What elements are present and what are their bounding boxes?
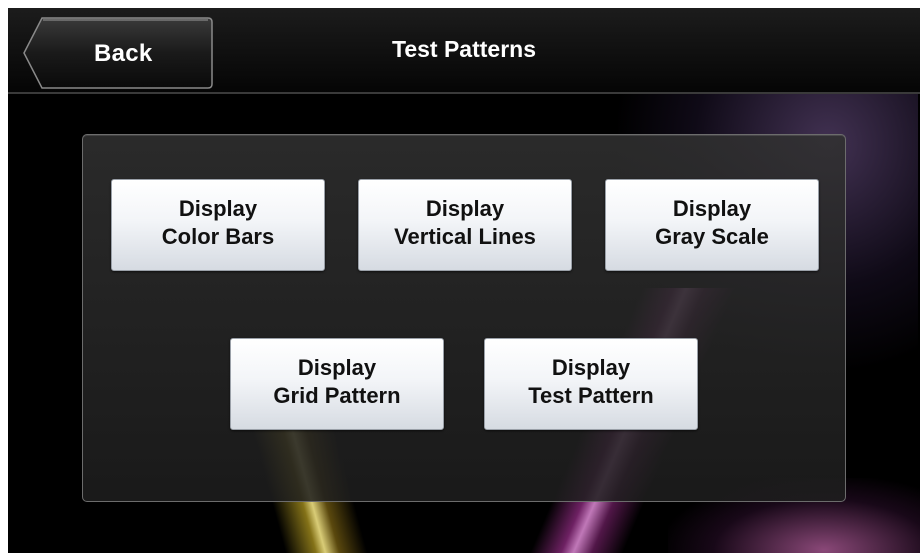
display-gray-scale-button[interactable]: Display Gray Scale: [605, 179, 819, 271]
back-button-label: Back: [94, 40, 153, 67]
button-label: Gray Scale: [655, 224, 769, 249]
display-vertical-lines-button[interactable]: Display Vertical Lines: [358, 179, 572, 271]
back-button[interactable]: Back: [22, 16, 214, 90]
button-label: Test Pattern: [528, 383, 654, 408]
button-label: Grid Pattern: [273, 383, 401, 408]
display-color-bars-button[interactable]: Display Color Bars: [111, 179, 325, 271]
page-title: Test Patterns: [391, 36, 536, 62]
button-label: Display: [297, 355, 377, 380]
pattern-button-panel: Display Color Bars Display Vertical Line…: [82, 134, 846, 502]
display-grid-pattern-button[interactable]: Display Grid Pattern: [230, 338, 444, 430]
display-test-pattern-button[interactable]: Display Test Pattern: [484, 338, 698, 430]
button-label: Display: [551, 355, 631, 380]
button-label: Vertical Lines: [394, 224, 536, 249]
header-bar: Back Test Patterns: [8, 8, 920, 94]
button-label: Display: [672, 196, 752, 221]
button-label: Display: [178, 196, 258, 221]
touch-screen: Back Test Patterns Display Color Bars Di…: [8, 8, 920, 553]
button-label: Display: [425, 196, 505, 221]
button-label: Color Bars: [161, 224, 275, 249]
